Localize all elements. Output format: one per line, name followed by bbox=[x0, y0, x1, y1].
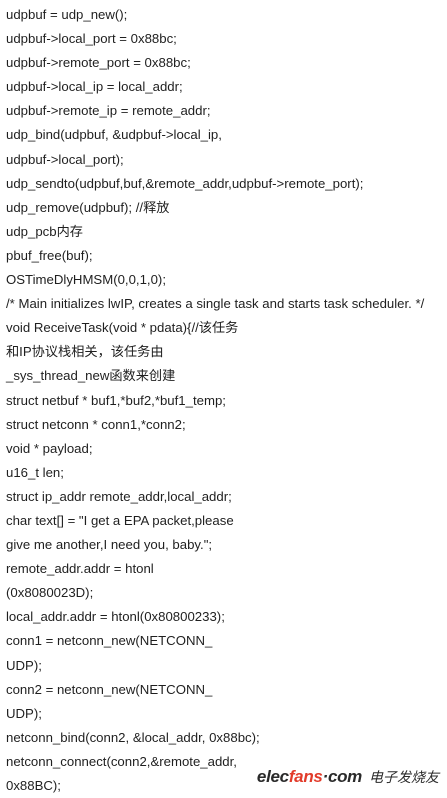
code-line: struct netbuf * buf1,*buf2,*buf1_temp; bbox=[6, 392, 226, 408]
code-line: udpbuf = udp_new(); bbox=[6, 7, 128, 22]
code-line: u16_t len; bbox=[6, 464, 64, 480]
code-line: udpbuf->local_port); bbox=[6, 151, 124, 167]
document-page: udpbuf = udp_new(); udpbuf->local_port = … bbox=[0, 0, 447, 796]
code-line: OSTimeDlyHMSM(0,0,1,0); bbox=[6, 272, 166, 288]
code-line: pbuf_free(buf); bbox=[6, 247, 93, 263]
code-line: (0x8080023D); bbox=[6, 585, 94, 601]
code-line: _sys_thread_new函数来创建 bbox=[6, 368, 176, 384]
watermark-logo-text: elecfans·com bbox=[257, 767, 362, 787]
code-line: conn2 = netconn_new(NETCONN_ bbox=[6, 681, 213, 697]
code-line: udp_remove(udpbuf); //释放 bbox=[6, 199, 170, 215]
watermark-logo-part2: ·com bbox=[322, 767, 363, 786]
code-line: udpbuf->local_ip = local_addr; bbox=[6, 79, 183, 95]
code-line: remote_addr.addr = htonl bbox=[6, 561, 154, 577]
code-line: UDP); bbox=[6, 705, 42, 721]
code-line: local_addr.addr = htonl(0x80800233); bbox=[6, 609, 225, 625]
code-line: struct netconn * conn1,*conn2; bbox=[6, 416, 186, 432]
code-line: udpbuf->local_port = 0x88bc; bbox=[6, 31, 177, 47]
code-line: udp_sendto(udpbuf,buf,&remote_addr,udpbu… bbox=[6, 175, 364, 191]
watermark-logo: elecfans·com 电子发烧友 bbox=[257, 767, 439, 787]
watermark-logo-accent: fans bbox=[288, 767, 323, 786]
code-line: conn1 = netconn_new(NETCONN_ bbox=[6, 633, 213, 649]
code-block: udpbuf = udp_new(); udpbuf->local_port = … bbox=[6, 3, 424, 798]
code-line: /* Main initializes lwIP, creates a sing… bbox=[6, 296, 425, 312]
watermark-logo-part1: elec bbox=[256, 767, 289, 786]
code-line: udpbuf->remote_ip = remote_addr; bbox=[6, 103, 211, 119]
code-line: char text[] = "I get a EPA packet,please bbox=[6, 512, 234, 528]
code-line: udpbuf->remote_port = 0x88bc; bbox=[6, 55, 191, 71]
code-line: struct ip_addr remote_addr,local_addr; bbox=[6, 488, 232, 504]
code-line: give me another,I need you, baby."; bbox=[6, 537, 213, 553]
code-line: void * payload; bbox=[6, 440, 93, 456]
code-line: 和IP协议栈相关，该任务由 bbox=[6, 344, 164, 360]
code-line: netconn_bind(conn2, &local_addr, 0x88bc)… bbox=[6, 729, 260, 745]
watermark-chinese-text: 电子发烧友 bbox=[369, 769, 439, 785]
code-line: udp_bind(udpbuf, &udpbuf->local_ip, bbox=[6, 127, 222, 143]
code-line: UDP); bbox=[6, 657, 42, 673]
code-line: void ReceiveTask(void * pdata){//该任务 bbox=[6, 320, 239, 336]
code-line: udp_pcb内存 bbox=[6, 223, 83, 239]
